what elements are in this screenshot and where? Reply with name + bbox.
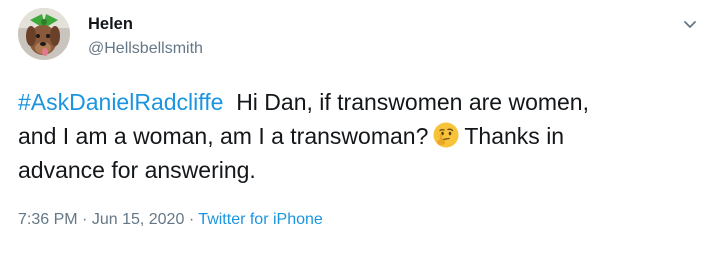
tweet-time[interactable]: 7:36 PM — [18, 211, 78, 228]
meta-separator: · — [188, 211, 195, 228]
display-name[interactable]: Helen — [88, 15, 133, 34]
avatar-image — [18, 8, 70, 60]
hashtag-link[interactable]: #AskDanielRadcliffe — [18, 89, 223, 115]
avatar[interactable] — [18, 8, 70, 60]
tweet-card: Helen @Hellsbellsmith #AskDanielRadcliff… — [0, 0, 720, 254]
meta-separator: · — [82, 211, 88, 228]
tweet-text-line2: and I am a woman, am I a transwoman? — [18, 123, 429, 149]
tweet-text: #AskDanielRadcliffe Hi Dan, if transwome… — [18, 85, 708, 187]
tweet-metadata: 7:36 PM · Jun 15, 2020 · Twitter for iPh… — [18, 211, 323, 229]
chevron-down-icon[interactable] — [680, 14, 700, 34]
tweet-source-link[interactable]: Twitter for iPhone — [198, 211, 323, 228]
user-handle[interactable]: @Hellsbellsmith — [88, 40, 203, 58]
tweet-text-line4: advance for answering. — [18, 157, 256, 183]
tweet-text-line3: Thanks in — [464, 123, 565, 149]
tweet-text-line1: Hi Dan, if transwomen are women, — [236, 89, 589, 115]
tweet-date[interactable]: Jun 15, 2020 — [92, 211, 185, 228]
thinking-face-icon — [432, 121, 460, 149]
